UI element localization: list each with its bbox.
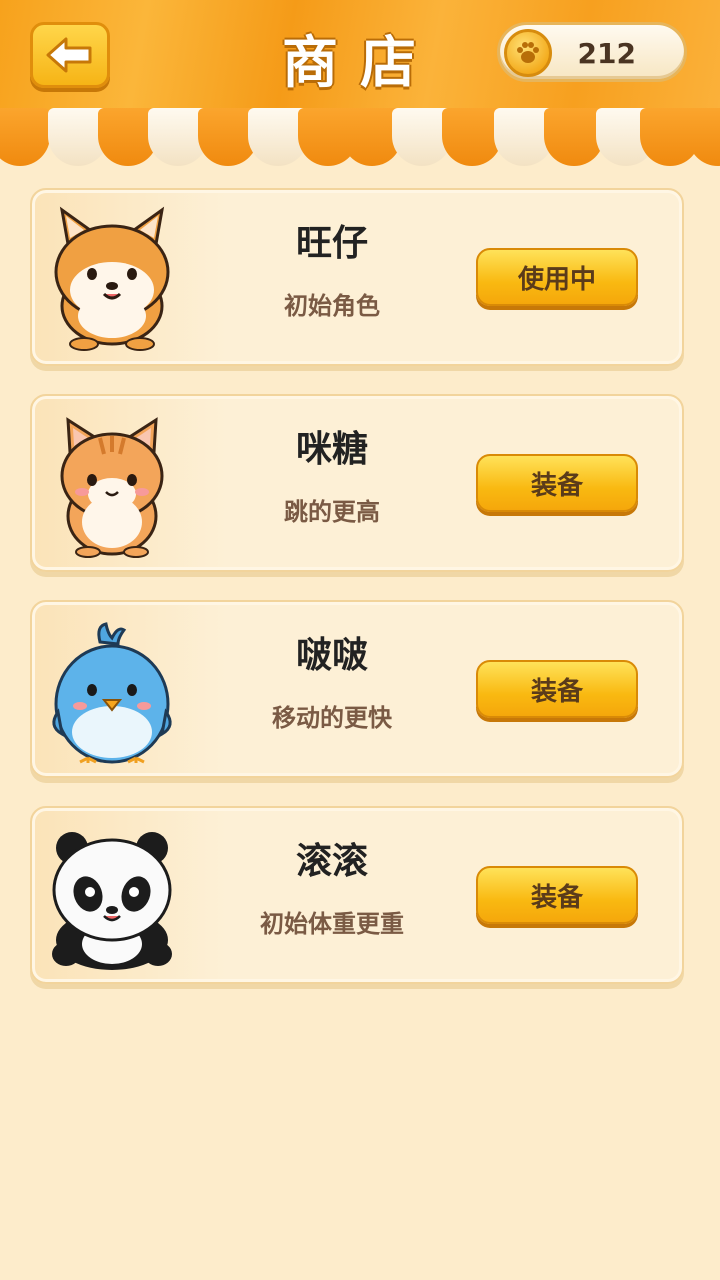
shop-awning bbox=[0, 108, 720, 170]
equip-button[interactable]: 装备 bbox=[476, 660, 638, 718]
blue-bird-icon bbox=[48, 616, 176, 764]
character-name: 啵啵 bbox=[295, 635, 368, 676]
header-bar: 商店 212 bbox=[0, 0, 720, 112]
coin-counter: 212 bbox=[497, 22, 687, 82]
character-desc: 初始角色 bbox=[284, 292, 380, 320]
character-card-bobo: 啵啵 移动的更快 装备 bbox=[30, 600, 684, 778]
character-card-mitang: 咪糖 跳的更高 装备 bbox=[30, 394, 684, 572]
panda-icon bbox=[48, 822, 176, 970]
character-card-gungun: 滚滚 初始体重更重 装备 bbox=[30, 806, 684, 984]
equip-button[interactable]: 装备 bbox=[476, 866, 638, 924]
character-card-wangzai: 旺仔 初始角色 使用中 bbox=[30, 188, 684, 366]
coin-value: 212 bbox=[577, 37, 636, 70]
character-name: 滚滚 bbox=[295, 841, 368, 882]
character-desc: 移动的更快 bbox=[272, 704, 392, 732]
character-desc: 初始体重更重 bbox=[260, 910, 404, 938]
in-use-button[interactable]: 使用中 bbox=[476, 248, 638, 306]
paw-coin-icon bbox=[504, 29, 552, 77]
character-desc: 跳的更高 bbox=[284, 498, 380, 526]
character-name: 旺仔 bbox=[295, 223, 368, 264]
orange-cat-icon bbox=[48, 410, 176, 558]
equip-button[interactable]: 装备 bbox=[476, 454, 638, 512]
character-name: 咪糖 bbox=[295, 429, 368, 470]
shiba-dog-icon bbox=[48, 204, 176, 352]
